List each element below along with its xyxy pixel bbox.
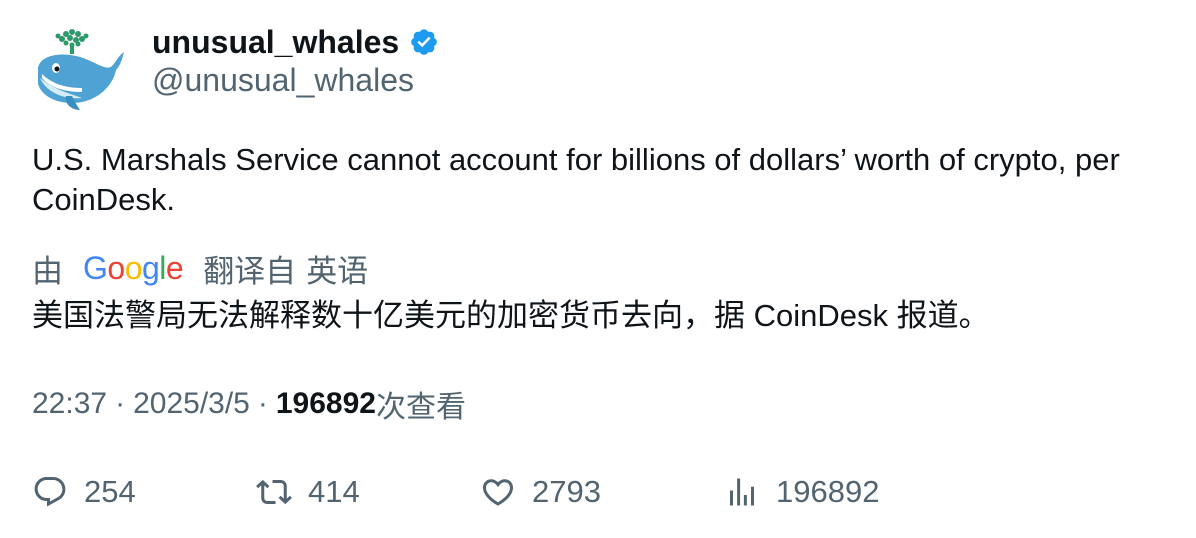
tweet-time[interactable]: 22:37	[32, 387, 107, 421]
translated-by-label: 由	[32, 253, 63, 289]
retweet-icon	[256, 479, 292, 505]
heart-icon	[482, 479, 514, 506]
source-language: 英语	[306, 253, 369, 289]
avatar[interactable]	[32, 26, 128, 112]
tweet-text: U.S. Marshals Service cannot account for…	[32, 142, 1120, 217]
translated-from-label: 翻译自	[203, 253, 297, 289]
google-logo[interactable]: Google	[83, 250, 184, 287]
like-count: 2793	[532, 474, 601, 509]
tweet-date[interactable]: 2025/3/5	[133, 387, 250, 421]
verified-badge-icon[interactable]	[409, 27, 439, 57]
reply-count: 254	[84, 474, 136, 509]
whale-logo-icon	[38, 29, 124, 110]
like-button[interactable]: 2793	[480, 470, 601, 514]
views-bar-chart-icon	[730, 478, 754, 506]
reply-icon	[34, 477, 66, 507]
retweet-count: 414	[308, 474, 360, 509]
reply-button[interactable]: 254	[32, 470, 136, 514]
translated-text: 美国法警局无法解释数十亿美元的加密货币去向，据 CoinDesk 报道。	[32, 298, 990, 333]
views-action-count: 196892	[776, 474, 880, 509]
views-count: 196892	[275, 387, 376, 420]
meta-separator: ·	[257, 387, 268, 420]
author-handle[interactable]: @unusual_whales	[152, 62, 414, 99]
views-label: 次查看	[375, 391, 466, 424]
retweet-button[interactable]: 414	[256, 470, 360, 514]
author-name-row[interactable]: unusual_whales	[152, 20, 439, 64]
action-bar: 254 414 2793 196892	[32, 470, 1172, 514]
author-display-name[interactable]: unusual_whales	[152, 24, 399, 61]
meta-separator: ·	[115, 387, 126, 420]
tweet-meta: 22:37 · 2025/3/5 · 196892 次查看	[32, 384, 466, 424]
translation-attribution[interactable]: 由 Google 翻译自 英语	[32, 246, 368, 290]
views-button[interactable]: 196892	[724, 470, 879, 514]
